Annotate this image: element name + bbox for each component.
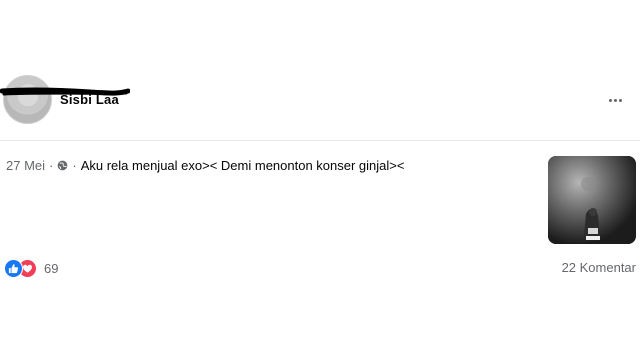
facebook-post: Sisbi Laa 27 Mei · · Aku rela menjual ex… (0, 0, 640, 360)
separator-dot: · (49, 157, 54, 173)
post-text: Aku rela menjual exo>< Demi menonton kon… (80, 157, 405, 173)
reaction-count: 69 (44, 260, 59, 276)
globe-icon (58, 160, 68, 170)
comments-count-link[interactable]: 22 Komentar (562, 260, 636, 275)
redaction-scribble (0, 87, 130, 96)
avatar[interactable] (3, 75, 52, 124)
post-timestamp[interactable]: 27 Mei (6, 158, 45, 173)
more-horizontal-icon (608, 98, 612, 102)
separator-dot: · (72, 157, 77, 173)
post-content-line: 27 Mei · · Aku rela menjual exo>< Demi m… (6, 157, 404, 173)
header-divider (0, 140, 640, 141)
post-header: Sisbi Laa (0, 72, 640, 128)
reactions-summary[interactable]: 69 (4, 258, 58, 278)
post-photo-thumbnail[interactable] (548, 156, 636, 244)
like-icon (4, 258, 23, 278)
more-options-button[interactable] (604, 92, 626, 108)
photo-image (548, 156, 636, 244)
post-footer: 69 22 Komentar (0, 258, 640, 278)
